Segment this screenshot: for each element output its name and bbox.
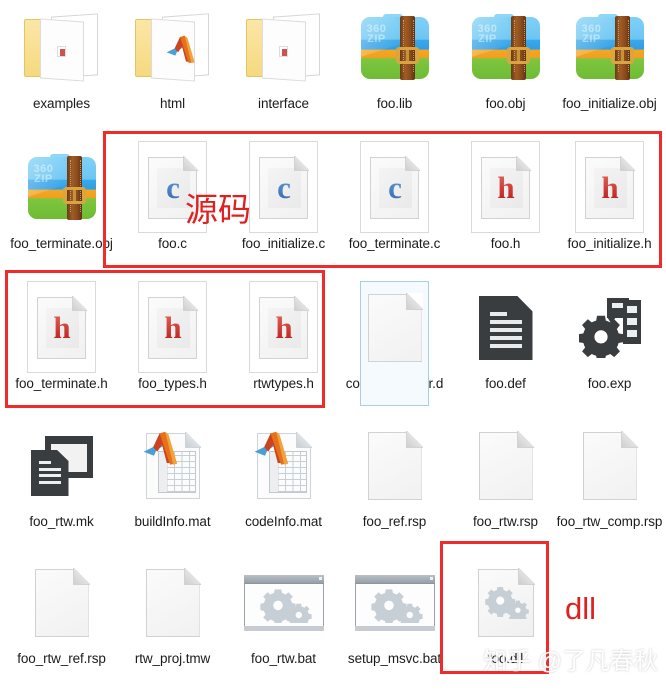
- blank-page-icon: [450, 418, 561, 514]
- h-header-icon: h: [450, 140, 561, 236]
- file-item-foo-terminate-obj[interactable]: 360 ZIP foo_terminate.obj: [6, 140, 117, 280]
- file-item-foo-initialize-h[interactable]: h foo_initialize.h: [553, 140, 666, 280]
- folder-icon: [228, 0, 339, 96]
- matlab-membrane-icon: [143, 431, 177, 465]
- file-label: buildInfo.mat: [134, 514, 211, 529]
- watermark-site: 知乎: [482, 648, 531, 675]
- watermark-handle: @了凡春秋: [537, 648, 658, 675]
- file-item-foo-rtw-ref-rsp[interactable]: foo_rtw_ref.rsp: [6, 555, 117, 695]
- file-row: foo_rtw.mk buildInfo.mat codeInfo.mat fo…: [0, 418, 666, 558]
- file-item-examples[interactable]: examples: [6, 0, 117, 140]
- file-item-foo-initialize-obj[interactable]: 360 ZIP foo_initialize.obj: [553, 0, 666, 140]
- file-item-foo-ref-rsp[interactable]: foo_ref.rsp: [339, 418, 450, 558]
- file-item-buildinfo-mat[interactable]: buildInfo.mat: [117, 418, 228, 558]
- file-label: foo_rtw_comp.rsp: [556, 514, 663, 529]
- folder-matlab-icon: [117, 0, 228, 96]
- file-label: foo_terminate.c: [348, 236, 441, 251]
- gears-icon: [370, 589, 423, 623]
- file-explorer-icon-grid: examples html interface 360 ZIP foo.lib …: [0, 0, 666, 684]
- blank-page-icon: [6, 555, 117, 651]
- file-item-setup-msvc-bat[interactable]: setup_msvc.bat: [339, 555, 450, 695]
- file-label: foo_initialize.h: [567, 236, 652, 251]
- dll-gears-icon: [450, 555, 561, 651]
- h-header-icon: h: [117, 280, 228, 376]
- batch-script-icon: [339, 555, 450, 651]
- folder-icon: [6, 0, 117, 96]
- gears-icon: [484, 587, 529, 619]
- file-label: foo_initialize.obj: [562, 96, 657, 111]
- gear-icon: [578, 315, 623, 358]
- file-label: rtw_proj.tmw: [134, 651, 211, 666]
- archive-360zip-icon: 360 ZIP: [339, 0, 450, 96]
- file-label: foo_rtw.mk: [29, 514, 94, 529]
- file-item-foo-exp[interactable]: foo.exp: [553, 280, 666, 420]
- h-header-icon: h: [553, 140, 666, 236]
- file-item-foo-rtw-mk[interactable]: foo_rtw.mk: [6, 418, 117, 558]
- file-label: foo.def: [485, 376, 526, 391]
- file-item-foo-rtw-comp-rsp[interactable]: foo_rtw_comp.rsp: [553, 418, 666, 558]
- gears-icon: [259, 589, 312, 623]
- file-label: foo.exp: [587, 376, 632, 391]
- file-label: foo_rtw.bat: [251, 651, 316, 666]
- c-source-icon: c: [339, 140, 450, 236]
- file-item-foo-lib[interactable]: 360 ZIP foo.lib: [339, 0, 450, 140]
- file-label: interface: [258, 96, 309, 111]
- makefile-icon: [6, 418, 117, 514]
- file-label: foo.c: [158, 236, 187, 251]
- file-label: foo_terminate.h: [15, 376, 108, 391]
- file-label: foo.obj: [485, 96, 526, 111]
- annotation-dll: dll: [565, 591, 597, 626]
- matlab-membrane-icon: [254, 431, 288, 465]
- file-label: html: [159, 96, 186, 111]
- file-label: foo_initialize.c: [241, 236, 326, 251]
- blank-page-icon: [339, 418, 450, 514]
- archive-360zip-icon: 360 ZIP: [6, 140, 117, 236]
- file-label: foo.h: [490, 236, 521, 251]
- file-row: examples html interface 360 ZIP foo.lib …: [0, 0, 666, 140]
- file-label: rtwtypes.h: [253, 376, 314, 391]
- file-item-foo-rtw-bat[interactable]: foo_rtw.bat: [228, 555, 339, 695]
- batch-script-icon: [228, 555, 339, 651]
- gear-export-icon: [553, 280, 666, 376]
- file-item-rtw-proj-tmw[interactable]: rtw_proj.tmw: [117, 555, 228, 695]
- file-item-codeinfo-mat[interactable]: codeInfo.mat: [228, 418, 339, 558]
- file-row: h foo_terminate.h h foo_types.h h rtwtyp…: [0, 280, 666, 420]
- blank-page-icon: [117, 555, 228, 651]
- file-label: foo_ref.rsp: [362, 514, 427, 529]
- blank-page-icon: [553, 418, 666, 514]
- file-item-html[interactable]: html: [117, 0, 228, 140]
- file-item-foo-h[interactable]: h foo.h: [450, 140, 561, 280]
- file-label: codeInfo.mat: [245, 514, 322, 529]
- file-item-foo-types-h[interactable]: h foo_types.h: [117, 280, 228, 420]
- file-item-foo-terminate-h[interactable]: h foo_terminate.h: [6, 280, 117, 420]
- archive-360zip-icon: 360 ZIP: [450, 0, 561, 96]
- archive-360zip-icon: 360 ZIP: [553, 0, 666, 96]
- file-label: foo_types.h: [138, 376, 207, 391]
- file-label: setup_msvc.bat: [347, 651, 442, 666]
- watermark: 知乎 @了凡春秋: [483, 641, 658, 676]
- file-item-interface[interactable]: interface: [228, 0, 339, 140]
- file-label: foo_rtw.rsp: [473, 514, 538, 529]
- file-label: foo.lib: [376, 96, 413, 111]
- file-item-rtwtypes-h[interactable]: h rtwtypes.h: [228, 280, 339, 420]
- dark-document-icon: [450, 280, 561, 376]
- matlab-membrane-icon: [166, 35, 195, 63]
- file-label: foo_terminate.obj: [10, 236, 113, 251]
- h-header-icon: h: [6, 280, 117, 376]
- file-item-foo-rtw-rsp[interactable]: foo_rtw.rsp: [450, 418, 561, 558]
- file-label: examples: [33, 96, 90, 111]
- blank-page-icon: [339, 280, 450, 406]
- file-label: foo_rtw_ref.rsp: [17, 651, 106, 666]
- file-item-foo-obj[interactable]: 360 ZIP foo.obj: [450, 0, 561, 140]
- h-header-icon: h: [228, 280, 339, 376]
- matlab-mat-icon: [228, 418, 339, 514]
- file-item-foo-terminate-c[interactable]: c foo_terminate.c: [339, 140, 450, 280]
- file-row: 360 ZIP foo_terminate.obj c foo.c c foo_i…: [0, 140, 666, 280]
- matlab-mat-icon: [117, 418, 228, 514]
- file-item-codedescriptor-dmr[interactable]: codedescriptor.dmr: [339, 280, 450, 420]
- annotation-source-code: 源码: [185, 191, 251, 228]
- file-item-foo-def[interactable]: foo.def: [450, 280, 561, 420]
